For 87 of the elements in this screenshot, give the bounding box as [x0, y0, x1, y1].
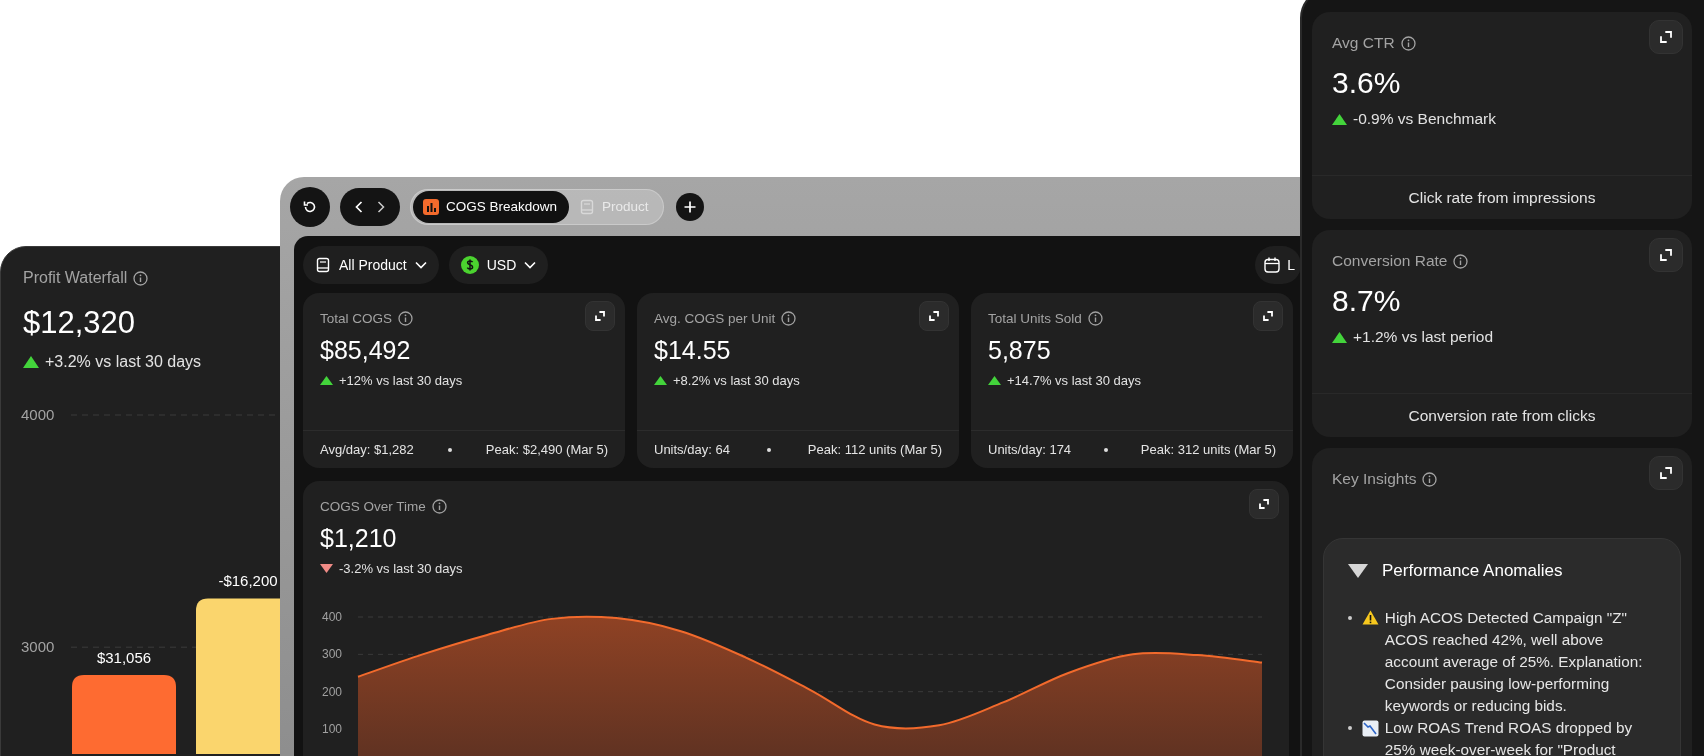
card-title: Avg CTR [1332, 34, 1395, 52]
card-title: Key Insights [1332, 470, 1417, 488]
expand-button[interactable] [1253, 301, 1283, 331]
info-icon [1422, 471, 1438, 487]
document-icon [579, 198, 596, 215]
document-icon [315, 257, 331, 273]
card-title: Avg. COGS per Unit [654, 311, 776, 326]
metric-value: $12,320 [23, 305, 137, 341]
card-title: Profit Waterfall [23, 269, 128, 287]
delta-text: +14.7% vs last 30 days [1007, 373, 1142, 388]
metric-value: 8.7% [1332, 284, 1402, 318]
data-label: -$16,200 [218, 572, 278, 590]
expand-icon [1258, 498, 1270, 510]
metric-value: $85,492 [320, 336, 412, 365]
footer-text: Units/day: 64 [654, 442, 730, 457]
delta-text: -3.2% vs last 30 days [339, 561, 463, 576]
bullet-dot [1348, 616, 1352, 620]
expand-button[interactable] [1249, 489, 1279, 519]
footer-text: Avg/day: $1,282 [320, 442, 414, 457]
expand-button[interactable] [585, 301, 615, 331]
chevron-right-icon [377, 200, 385, 213]
footer-text: Peak: $2,490 (Mar 5) [485, 442, 608, 457]
bullet-dot [1348, 726, 1352, 730]
expand-button[interactable] [919, 301, 949, 331]
data-label: $31,056 [96, 649, 152, 667]
axis-tick-label: 200 [322, 684, 343, 699]
browser-tab[interactable]: COGS Breakdown [413, 190, 570, 223]
info-icon [1453, 253, 1469, 269]
expand-icon [928, 310, 940, 322]
footer-text: Click rate from impressions [1408, 188, 1596, 207]
metric-value: 3.6% [1332, 66, 1402, 100]
expand-icon [1659, 30, 1673, 44]
expand-button[interactable] [1649, 456, 1683, 490]
card-title: Conversion Rate [1332, 252, 1448, 270]
bar-chart-icon [423, 198, 439, 215]
metric-value: $1,210 [320, 524, 398, 553]
delta-text: +3.2% vs last 30 days [45, 353, 202, 371]
info-icon [133, 270, 149, 286]
chevron-left-icon [355, 200, 363, 213]
metric-value: 5,875 [988, 336, 1052, 365]
dropdown-button[interactable]: All Product [303, 246, 439, 284]
footer-text: Peak: 312 units (Mar 5) [1140, 442, 1276, 457]
expand-button[interactable] [1649, 20, 1683, 54]
card-title: COGS Over Time [320, 499, 426, 514]
axis-tick-label: 4000 [21, 406, 55, 423]
insight-text: Low ROAS Trend ROAS dropped by 25% week-over-week for "Product [1384, 718, 1634, 756]
delta-text: +1.2% vs last period [1353, 328, 1493, 346]
expand-icon [1262, 310, 1274, 322]
expand-icon [594, 310, 606, 322]
bullet-dot [447, 447, 452, 452]
info-icon [781, 311, 797, 326]
card-title: Total Units Sold [988, 311, 1082, 326]
triangle-down-icon[interactable] [1348, 564, 1368, 578]
plus-icon [683, 200, 696, 213]
date-range-button[interactable]: L [1255, 246, 1301, 284]
expand-button[interactable] [1649, 238, 1683, 272]
chevron-down-icon [524, 261, 537, 269]
declining-chart-icon [1361, 720, 1379, 737]
expand-icon [1659, 248, 1673, 262]
chevron-down-icon [414, 261, 427, 269]
section-title: Performance Anomalies [1382, 561, 1563, 581]
dropdown-button[interactable]: USD [448, 246, 549, 284]
card-title: Total COGS [320, 311, 393, 326]
info-icon [398, 311, 414, 326]
metric-value: $14.55 [654, 336, 732, 365]
bullet-dot [766, 447, 771, 452]
axis-tick-label: 400 [322, 610, 343, 624]
info-icon [1087, 311, 1103, 326]
dollar-coin-icon [460, 256, 479, 274]
expand-icon [1659, 466, 1673, 480]
delta-text: +8.2% vs last 30 days [673, 373, 800, 388]
insight-text: High ACOS Detected Campaign "Z" ACOS reached 42%, well above account average of 25%. Explanation: Consider pausing low-performing keywords or reducing bids. [1384, 608, 1644, 716]
warning-icon [1361, 610, 1379, 625]
info-icon [1400, 35, 1416, 51]
axis-tick-label: 300 [322, 647, 343, 662]
delta-text: -0.9% vs Benchmark [1353, 110, 1496, 128]
info-icon [431, 499, 447, 514]
calendar-icon [1263, 256, 1282, 274]
bullet-dot [1104, 447, 1108, 452]
delta-text: +12% vs last 30 days [339, 373, 463, 388]
reload-button[interactable] [290, 186, 330, 227]
axis-tick-label: 3000 [21, 638, 55, 656]
new-tab-button[interactable] [675, 192, 704, 221]
footer-text: Conversion rate from clicks [1408, 406, 1596, 425]
footer-text: Units/day: 174 [988, 442, 1072, 457]
footer-text: Peak: 112 units (Mar 5) [807, 442, 942, 457]
axis-tick-label: 100 [322, 722, 343, 736]
